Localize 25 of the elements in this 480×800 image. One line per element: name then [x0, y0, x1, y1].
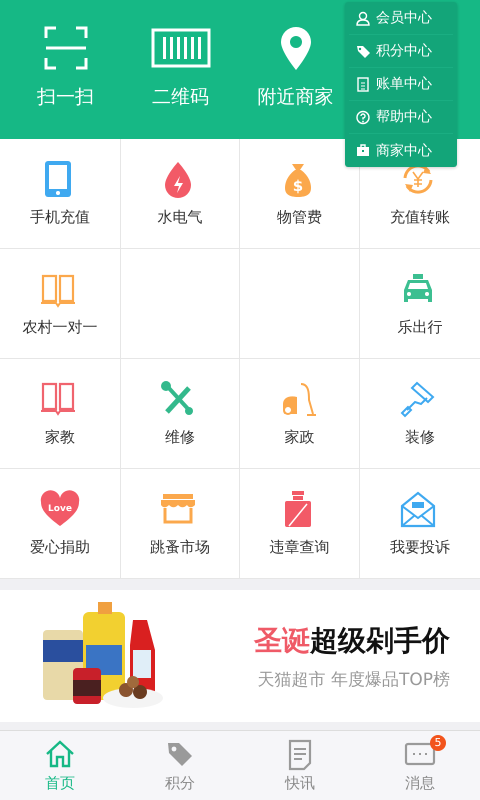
- person-icon: [356, 10, 370, 26]
- banner-subtitle: 天猫超市 年度爆品TOP榜: [258, 668, 450, 690]
- service-tile[interactable]: 我要投诉: [360, 469, 480, 579]
- barcode-icon: [150, 26, 210, 70]
- question-icon: [356, 110, 370, 124]
- service-tile[interactable]: 家教: [0, 359, 121, 469]
- notification-badge: 5: [430, 735, 446, 751]
- heart-icon: Love: [39, 490, 81, 528]
- tag-icon: [356, 44, 370, 58]
- banner-title: 圣诞超级剁手价: [254, 622, 450, 658]
- service-tile[interactable]: 手机充值: [0, 139, 121, 249]
- document-icon: [356, 76, 370, 92]
- briefcase-icon: [356, 143, 370, 158]
- service-tile[interactable]: 乐出行: [360, 249, 480, 359]
- service-tile[interactable]: 农村一对一: [0, 249, 121, 359]
- service-tile[interactable]: 维修: [121, 359, 240, 469]
- service-tile[interactable]: 水电气: [121, 139, 240, 249]
- banner[interactable]: 圣诞超级剁手价 天猫超市 年度爆品TOP榜: [0, 590, 480, 722]
- location-pin-icon: [278, 26, 312, 70]
- service-tile[interactable]: Love 爱心捐助: [0, 469, 121, 579]
- service-tile[interactable]: 跳蚤市场: [121, 469, 240, 579]
- scan-icon: [44, 26, 88, 70]
- service-tile[interactable]: 违章查询: [240, 469, 360, 579]
- service-tile[interactable]: 装修: [360, 359, 480, 469]
- service-tile[interactable]: 家政: [240, 359, 360, 469]
